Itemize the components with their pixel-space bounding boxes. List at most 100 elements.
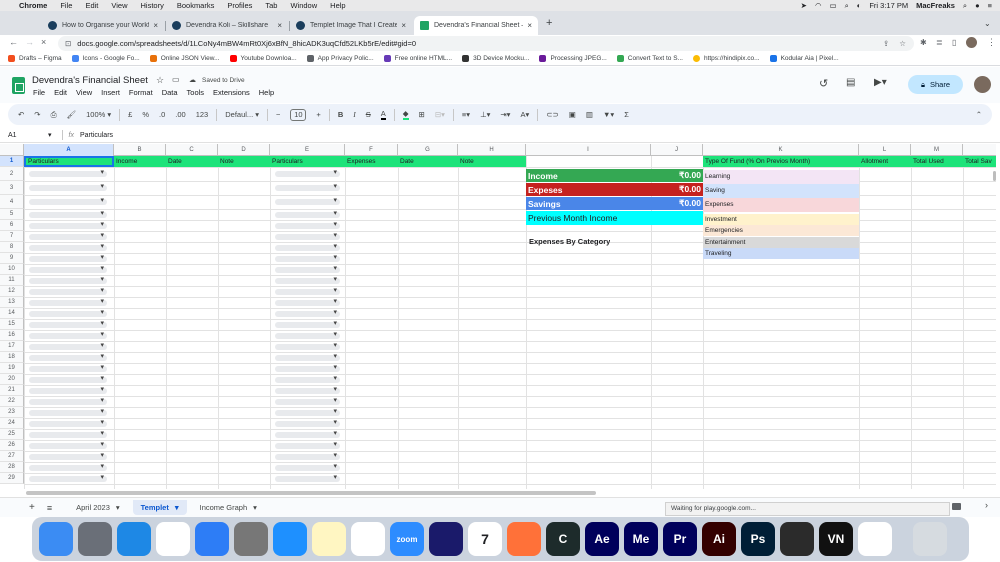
row-header[interactable]: 23: [0, 407, 24, 418]
launchpad-icon[interactable]: [78, 522, 112, 556]
currency-button[interactable]: £: [128, 110, 132, 119]
dropdown-chip[interactable]: [29, 231, 107, 240]
row-header[interactable]: 24: [0, 418, 24, 429]
fund-entertainment[interactable]: Entertainment: [703, 237, 859, 248]
dropdown-chip[interactable]: [275, 253, 340, 262]
dropdown-chip[interactable]: [275, 451, 340, 460]
profile-avatar[interactable]: [966, 37, 977, 48]
row-header[interactable]: 13: [0, 297, 24, 308]
menu-history[interactable]: History: [141, 1, 164, 10]
browser-tab[interactable]: How to Organise your Workflo ×: [42, 16, 164, 35]
avatar[interactable]: [974, 76, 991, 93]
bookmark[interactable]: 3D Device Mocku...: [462, 55, 529, 62]
notes-icon[interactable]: [312, 522, 346, 556]
cell-n1-total-savings[interactable]: Total Sav: [963, 156, 996, 167]
dropdown-chip[interactable]: [29, 242, 107, 251]
align-left-icon[interactable]: ≡▾: [462, 110, 470, 119]
row-header[interactable]: 1: [0, 156, 24, 167]
merge-cells-icon[interactable]: ⊟▾: [435, 110, 445, 119]
col-header-i[interactable]: I: [526, 144, 651, 156]
sheet-tab-april-2023[interactable]: April 2023 ▾: [68, 500, 128, 515]
dropdown-chip[interactable]: [29, 330, 107, 339]
dropdown-chip[interactable]: [29, 341, 107, 350]
browser-tab[interactable]: Templet Image That I Created ×: [290, 16, 412, 35]
dropdown-chip[interactable]: [275, 440, 340, 449]
row-header[interactable]: 11: [0, 275, 24, 286]
bookmark[interactable]: Drafts – Figma: [8, 55, 62, 62]
app-store-icon[interactable]: [273, 522, 307, 556]
collapse-toolbar-icon[interactable]: ⌃: [976, 110, 982, 119]
dropdown-chip[interactable]: [275, 182, 340, 191]
bookmark[interactable]: Convert Text to S...: [616, 55, 683, 62]
row-header[interactable]: 5: [0, 209, 24, 220]
dropdown-chip[interactable]: [275, 231, 340, 240]
cell-b1-income[interactable]: Income: [114, 156, 166, 167]
row-header[interactable]: 26: [0, 440, 24, 451]
keynote-icon[interactable]: [195, 522, 229, 556]
insert-chart-icon[interactable]: ▥: [586, 110, 593, 119]
dropdown-chip[interactable]: [275, 308, 340, 317]
increase-decimal-button[interactable]: .00: [175, 110, 185, 119]
horizontal-scrollbar[interactable]: [26, 491, 596, 495]
row-header[interactable]: 14: [0, 308, 24, 319]
firefox-icon[interactable]: [507, 522, 541, 556]
zoom-select[interactable]: 100% ▾: [86, 110, 111, 119]
menu-tools[interactable]: Tools: [187, 88, 205, 97]
after-effects-icon[interactable]: Ae: [585, 522, 619, 556]
reminders-icon[interactable]: [351, 522, 385, 556]
wifi-icon[interactable]: ◠: [815, 1, 822, 10]
row-header[interactable]: 3: [0, 181, 24, 195]
col-header-k[interactable]: K: [703, 144, 859, 156]
decrease-font-icon[interactable]: −: [276, 110, 280, 119]
menu-help[interactable]: Help: [259, 88, 274, 97]
dropdown-chip[interactable]: [29, 286, 107, 295]
font-select[interactable]: Defaul... ▾: [225, 110, 259, 119]
add-sheet-button[interactable]: +: [29, 502, 35, 513]
reading-list-icon[interactable]: ≣: [936, 38, 943, 47]
number-format-button[interactable]: 123: [196, 110, 209, 119]
dropdown-chip[interactable]: [29, 396, 107, 405]
back-icon[interactable]: ←: [9, 37, 18, 47]
summary-savings[interactable]: Savings ₹0.00: [526, 197, 703, 210]
search-icon[interactable]: ⌕: [963, 1, 967, 11]
scroll-right-icon[interactable]: ›: [985, 500, 988, 510]
row-header[interactable]: 12: [0, 286, 24, 297]
dropdown-chip[interactable]: [275, 242, 340, 251]
chrome-icon[interactable]: [858, 522, 892, 556]
share-page-icon[interactable]: ⇪: [883, 39, 889, 48]
bookmark[interactable]: Free online HTML...: [383, 55, 452, 62]
name-box[interactable]: A1: [8, 132, 48, 139]
menu-edit[interactable]: Edit: [54, 88, 67, 97]
bookmark[interactable]: App Privacy Polic...: [306, 55, 374, 62]
redo-icon[interactable]: ↷: [34, 110, 40, 119]
close-icon[interactable]: ×: [277, 21, 282, 30]
meet-icon[interactable]: ▶▾: [874, 77, 887, 88]
fund-investment[interactable]: Investment: [703, 214, 859, 225]
dropdown-chip[interactable]: [275, 168, 340, 177]
cell-h1-note[interactable]: Note: [458, 156, 526, 167]
col-header-j[interactable]: J: [651, 144, 703, 156]
star-icon[interactable]: ☆: [156, 75, 164, 86]
print-icon[interactable]: ⎙: [51, 110, 57, 120]
menu-extensions[interactable]: Extensions: [213, 88, 250, 97]
col-header-m[interactable]: M: [911, 144, 963, 156]
dropdown-chip[interactable]: [29, 407, 107, 416]
history-icon[interactable]: ↺: [819, 77, 828, 90]
bookmark[interactable]: Youtube Downloa...: [229, 55, 297, 62]
dropdown-chip[interactable]: [275, 275, 340, 284]
italic-button[interactable]: I: [353, 110, 356, 119]
all-sheets-icon[interactable]: ≡: [47, 503, 52, 513]
dropdown-chip[interactable]: [275, 407, 340, 416]
dropdown-chip[interactable]: [29, 451, 107, 460]
dropdown-chip[interactable]: [29, 264, 107, 273]
chevron-down-icon[interactable]: ▾: [48, 131, 52, 139]
row-header[interactable]: 6: [0, 220, 24, 231]
calendar-icon[interactable]: 7: [468, 522, 502, 556]
dropdown-chip[interactable]: [275, 341, 340, 350]
cell-d1-note[interactable]: Note: [218, 156, 270, 167]
col-header-a[interactable]: A: [24, 144, 114, 156]
photoshop-icon[interactable]: Ps: [741, 522, 775, 556]
cell-e1-particulars[interactable]: Particulars: [270, 156, 345, 167]
vertical-align-icon[interactable]: ⊥▾: [480, 110, 490, 119]
fund-emergencies[interactable]: Emergencies: [703, 225, 859, 236]
